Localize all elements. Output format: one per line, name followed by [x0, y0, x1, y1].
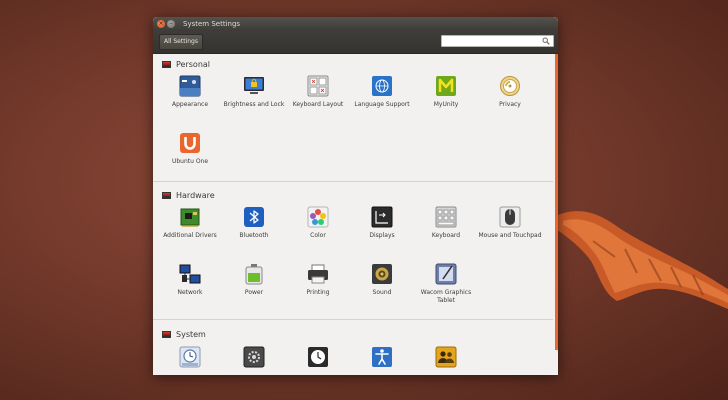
mouse-touchpad-icon [499, 206, 521, 228]
settings-item-printing[interactable]: Printing [286, 263, 350, 297]
additional-drivers-icon [180, 208, 200, 227]
settings-item-keyboard-layout[interactable]: Keyboard Layout [286, 75, 350, 109]
personal-section-icon [162, 60, 171, 68]
section-title: Personal [176, 59, 211, 69]
section-header-system: System [162, 328, 206, 340]
system-settings-window: × – System Settings All Settings Persona… [153, 17, 558, 375]
sound-icon [372, 264, 392, 284]
keyboard-icon [435, 206, 457, 228]
item-label: Appearance [171, 101, 209, 108]
section-divider [153, 319, 553, 320]
item-label: Keyboard [431, 232, 461, 239]
privacy-icon [500, 76, 520, 96]
item-label: Mouse and Touchpad [478, 232, 542, 239]
time-date-icon [308, 347, 328, 367]
close-button[interactable]: × [157, 20, 165, 28]
item-label: Wacom Graphics Tablet [420, 289, 472, 304]
item-label: Language Support [354, 101, 410, 108]
settings-item-ubuntu-one[interactable]: Ubuntu One [158, 132, 222, 166]
settings-item-mouse-touchpad[interactable]: Mouse and Touchpad [478, 206, 542, 240]
window-title: System Settings [183, 20, 241, 28]
ubuntu-one-icon [180, 133, 200, 153]
user-accounts-icon [435, 346, 457, 368]
settings-item-myunity[interactable]: MyUnity [414, 75, 478, 109]
section-header-personal: Personal [162, 58, 210, 70]
settings-item-bluetooth[interactable]: Bluetooth [222, 206, 286, 240]
universal-access-icon [372, 347, 392, 367]
backups-icon [179, 346, 201, 368]
section-divider [153, 181, 553, 182]
item-label: Ubuntu One [171, 158, 209, 165]
brightness-lock-icon [244, 77, 264, 94]
language-support-icon [372, 76, 392, 96]
details-icon [243, 346, 265, 368]
search-icon[interactable] [542, 37, 550, 45]
system-section-icon [162, 330, 171, 338]
wallpaper-decoration [553, 211, 728, 309]
settings-item-keyboard[interactable]: Keyboard [414, 206, 478, 240]
bluetooth-icon [244, 207, 264, 227]
toolbar: All Settings [153, 31, 558, 55]
item-label: Printing [306, 289, 330, 296]
item-label: Displays [369, 232, 395, 239]
settings-item-backups[interactable] [158, 346, 222, 372]
item-label: Bluetooth [239, 232, 269, 239]
item-label: MyUnity [433, 101, 459, 108]
settings-item-sound[interactable]: Sound [350, 263, 414, 297]
settings-content: Personal Appearance Brightness and Lock [153, 54, 558, 375]
wacom-tablet-icon [435, 263, 457, 285]
settings-item-details[interactable] [222, 346, 286, 372]
item-label: Privacy [499, 101, 521, 108]
settings-item-time-date[interactable] [286, 346, 350, 372]
item-label: Brightness and Lock [223, 101, 285, 108]
keyboard-layout-icon [307, 75, 329, 97]
section-header-hardware: Hardware [162, 189, 215, 201]
appearance-icon [179, 75, 201, 97]
item-label: Sound [372, 289, 392, 296]
printing-icon [308, 264, 328, 284]
settings-item-privacy[interactable]: Privacy [478, 75, 542, 109]
item-label: Keyboard Layout [292, 101, 344, 108]
settings-item-user-accounts[interactable] [414, 346, 478, 372]
item-label: Power [244, 289, 264, 296]
network-icon [179, 264, 201, 284]
settings-item-brightness-lock[interactable]: Brightness and Lock [222, 75, 286, 109]
item-label: Additional Drivers [163, 232, 217, 239]
item-label: Color [310, 232, 326, 239]
power-icon [245, 264, 263, 285]
hardware-section-icon [162, 191, 171, 199]
settings-item-displays[interactable]: Displays [350, 206, 414, 240]
displays-icon [371, 206, 393, 228]
minimize-button[interactable]: – [167, 20, 175, 28]
settings-item-network[interactable]: Network [158, 263, 222, 297]
title-bar: × – System Settings [153, 17, 558, 31]
item-label: Network [177, 289, 203, 296]
section-title: System [176, 329, 206, 339]
settings-item-universal-access[interactable] [350, 346, 414, 372]
settings-item-wacom-tablet[interactable]: Wacom Graphics Tablet [414, 263, 478, 304]
search-input[interactable] [442, 44, 541, 55]
section-title: Hardware [176, 190, 215, 200]
settings-item-power[interactable]: Power [222, 263, 286, 297]
myunity-icon [436, 76, 456, 96]
settings-item-color[interactable]: Color [286, 206, 350, 240]
settings-item-language-support[interactable]: Language Support [350, 75, 414, 109]
search-box[interactable] [441, 35, 554, 55]
scrollbar[interactable] [555, 54, 558, 350]
all-settings-button[interactable]: All Settings [159, 34, 203, 50]
settings-item-additional-drivers[interactable]: Additional Drivers [158, 206, 222, 240]
color-icon [307, 206, 329, 228]
settings-item-appearance[interactable]: Appearance [158, 75, 222, 109]
